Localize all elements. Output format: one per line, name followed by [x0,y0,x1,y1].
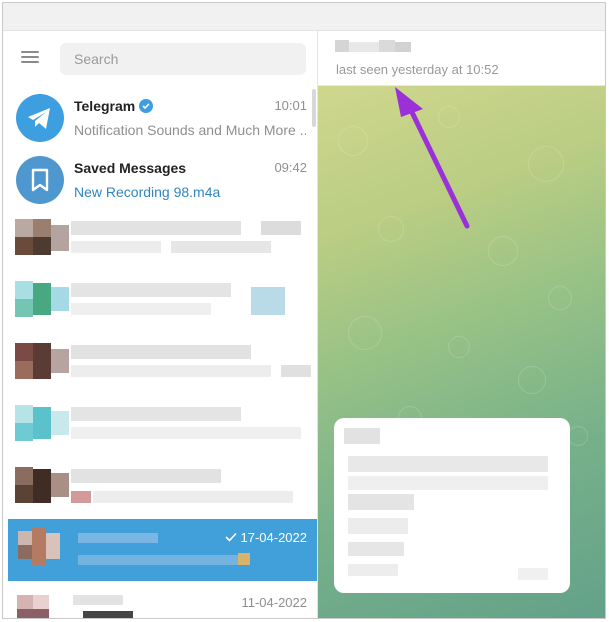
chat-time: 10:01 [274,98,307,113]
chat-list-panel: Telegram 10:01 Notification Sounds and M… [3,31,317,618]
chat-item-active[interactable]: 17-04-2022 [8,519,317,581]
chat-time: 09:42 [274,160,307,175]
conversation-panel: last seen yesterday at 10:52 [318,31,605,618]
chat-name: Telegram [74,98,154,114]
chat-item-blurred[interactable] [11,459,315,521]
message-bubble[interactable] [334,418,570,593]
chat-item-telegram[interactable]: Telegram 10:01 Notification Sounds and M… [3,87,317,149]
title-bar [3,3,605,31]
chat-item-blurred[interactable] [11,397,315,459]
chat-item-blurred[interactable] [11,211,315,273]
paper-plane-icon [28,108,50,129]
search-input[interactable] [60,43,306,75]
bookmark-icon [31,168,49,192]
chat-list-scrollbar[interactable] [312,89,316,127]
telegram-window: Telegram 10:01 Notification Sounds and M… [2,2,606,619]
telegram-avatar [16,94,64,142]
chat-item-saved-messages[interactable]: Saved Messages 09:42 New Recording 98.m4… [3,149,317,211]
verified-badge-icon [139,99,154,113]
chat-name: Saved Messages [74,160,187,176]
last-seen-status: last seen yesterday at 10:52 [336,62,499,77]
hamburger-menu-icon[interactable] [21,49,41,65]
chat-item-blurred[interactable] [11,273,315,335]
saved-messages-avatar [16,156,64,204]
chat-item-partial[interactable]: 11-04-2022 [3,581,317,618]
chat-time: 11-04-2022 [241,595,307,610]
conversation-header[interactable]: last seen yesterday at 10:52 [318,31,605,86]
chat-item-blurred[interactable] [11,335,315,397]
checkmark-icon [225,532,237,542]
chat-preview: New Recording 98.m4a [74,184,221,200]
chat-preview: Notification Sounds and Much More ... [74,122,306,138]
contact-name-redacted [335,40,412,52]
chat-time: 17-04-2022 [225,530,307,545]
